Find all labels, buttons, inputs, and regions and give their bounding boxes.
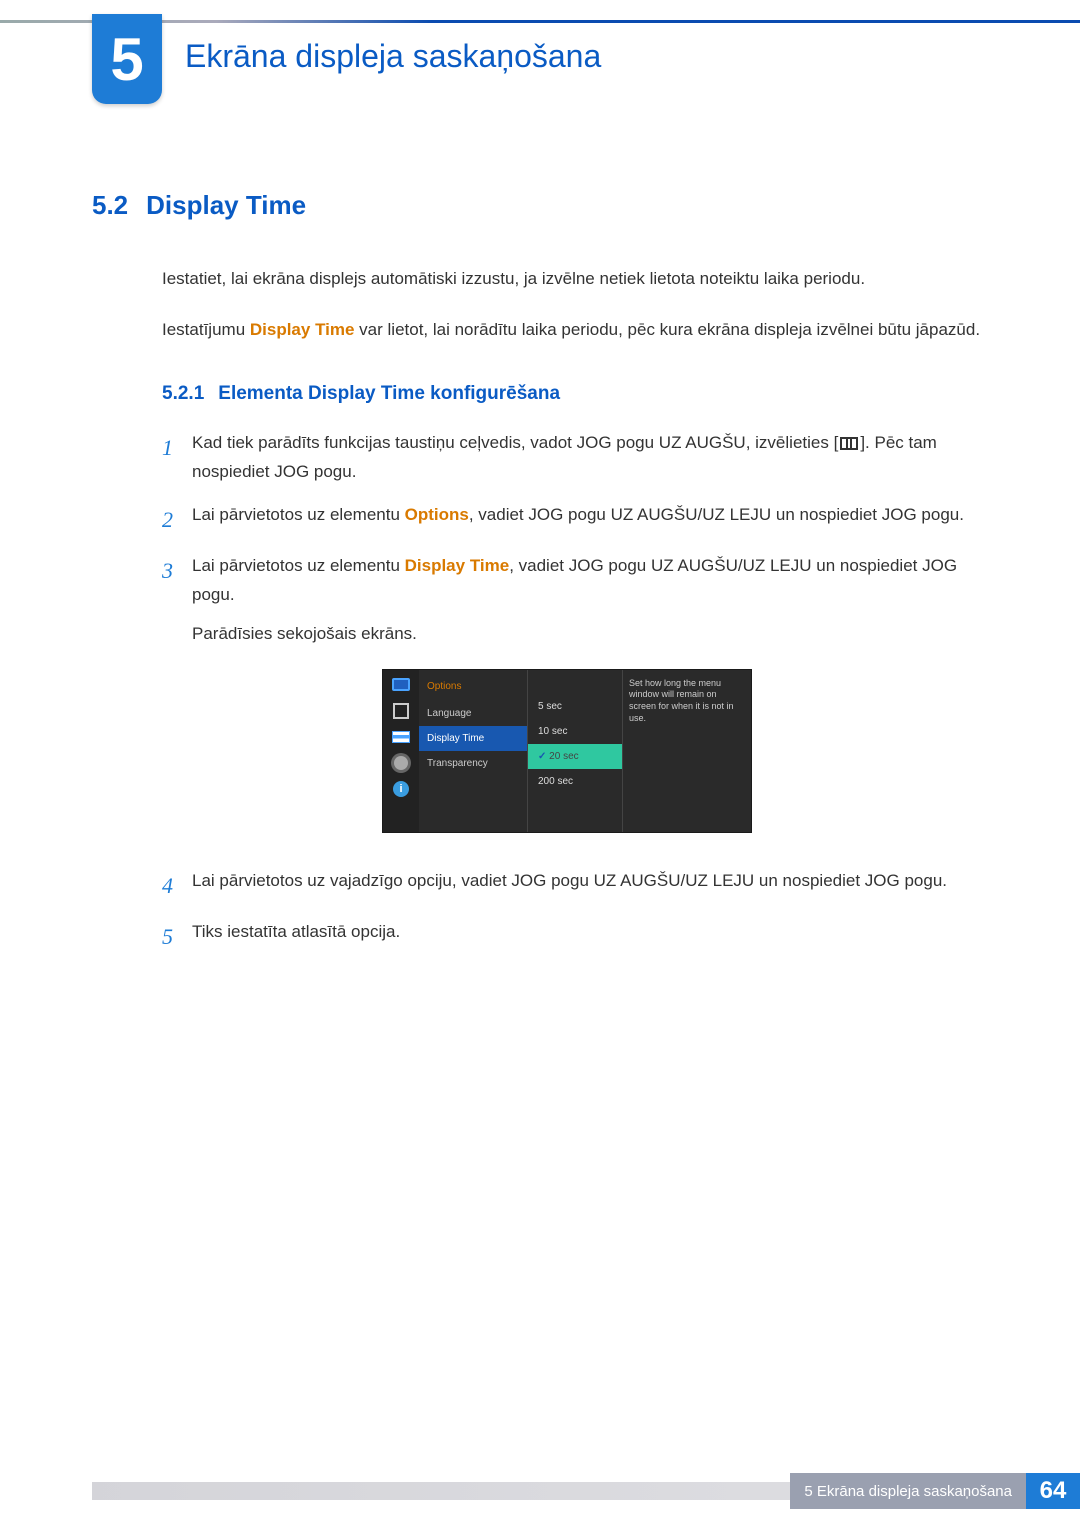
chapter-number-badge: 5 xyxy=(92,14,162,104)
step-text: Tiks iestatīta atlasītā opcija. xyxy=(192,918,988,955)
step-text: Lai pārvietotos uz elementu Display Time… xyxy=(192,552,988,853)
step-number: 3 xyxy=(162,552,192,853)
step-list: 1 Kad tiek parādīts funkcijas taustiņu c… xyxy=(162,429,988,956)
page-footer: 5 Ekrāna displeja saskaņošana 64 xyxy=(92,1473,1080,1509)
step-4: 4 Lai pārvietotos uz vajadzīgo opciju, v… xyxy=(162,867,988,904)
monitor-icon xyxy=(391,676,411,694)
section-number: 5.2 xyxy=(92,190,128,220)
osd-option: 200 sec xyxy=(528,769,622,794)
step-number: 2 xyxy=(162,501,192,538)
osd-menu-title: Options xyxy=(419,676,527,701)
osd-menu-item-active: Display Time xyxy=(419,726,527,751)
osd-options-column: 5 sec 10 sec 20 sec 200 sec xyxy=(527,670,623,832)
osd-menu-item: Transparency xyxy=(419,751,527,776)
intro-paragraph-2: Iestatījumu Display Time var lietot, lai… xyxy=(162,316,988,345)
footer-bar xyxy=(92,1482,790,1500)
step-text: Lai pārvietotos uz elementu Options, vad… xyxy=(192,501,988,538)
osd-menu-item: Language xyxy=(419,701,527,726)
footer-chapter-label: 5 Ekrāna displeja saskaņošana xyxy=(790,1473,1026,1509)
step-subtext: Parādīsies sekojošais ekrāns. xyxy=(192,620,988,649)
section-heading: 5.2 Display Time xyxy=(92,190,988,221)
chapter-title: Ekrāna displeja saskaņošana xyxy=(185,38,601,75)
page-number: 64 xyxy=(1026,1473,1080,1509)
subsection-number: 5.2.1 xyxy=(162,383,204,404)
subsection-title: Elementa Display Time konfigurēšana xyxy=(218,383,560,404)
highlight-options: Options xyxy=(405,505,469,524)
page-content: 5.2 Display Time Iestatiet, lai ekrāna di… xyxy=(92,190,988,969)
osd-icon-column: i xyxy=(383,670,419,832)
highlight-display-time: Display Time xyxy=(405,556,510,575)
intro-paragraph-1: Iestatiet, lai ekrāna displejs automātis… xyxy=(162,265,988,294)
step-number: 1 xyxy=(162,429,192,487)
step-text: Lai pārvietotos uz vajadzīgo opciju, vad… xyxy=(192,867,988,904)
osd-description: Set how long the menu window will remain… xyxy=(623,670,751,832)
osd-option: 5 sec xyxy=(528,694,622,719)
osd-screenshot: i Options Language Display Time Transpar… xyxy=(382,669,752,833)
section-title: Display Time xyxy=(146,190,306,220)
menu-icon xyxy=(840,437,858,450)
step-1: 1 Kad tiek parādīts funkcijas taustiņu c… xyxy=(162,429,988,487)
osd-menu-column: Options Language Display Time Transparen… xyxy=(419,670,527,832)
move-icon xyxy=(391,702,411,720)
osd-option: 10 sec xyxy=(528,719,622,744)
list-icon xyxy=(391,728,411,746)
step-number: 4 xyxy=(162,867,192,904)
step-2: 2 Lai pārvietotos uz elementu Options, v… xyxy=(162,501,988,538)
info-icon: i xyxy=(391,780,411,798)
step-text: Kad tiek parādīts funkcijas taustiņu ceļ… xyxy=(192,429,988,487)
step-3: 3 Lai pārvietotos uz elementu Display Ti… xyxy=(162,552,988,853)
header-separator xyxy=(0,20,1080,23)
gear-icon xyxy=(391,754,411,772)
osd-option-selected: 20 sec xyxy=(528,744,622,769)
highlight-display-time: Display Time xyxy=(250,320,355,339)
subsection-heading: 5.2.1 Elementa Display Time konfigurēšana xyxy=(162,383,988,405)
step-5: 5 Tiks iestatīta atlasītā opcija. xyxy=(162,918,988,955)
step-number: 5 xyxy=(162,918,192,955)
